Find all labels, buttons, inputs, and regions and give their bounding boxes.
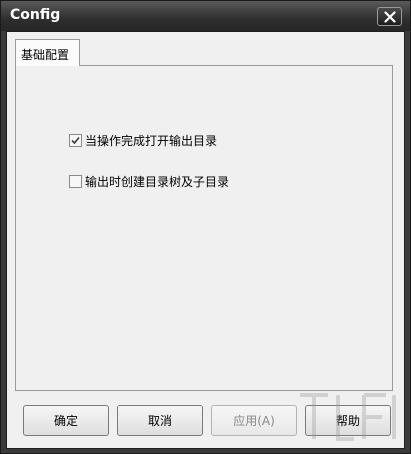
apply-button[interactable]: 应用(A) <box>211 405 297 436</box>
create-dir-tree-checkbox[interactable] <box>69 175 82 188</box>
tab-basic-config[interactable]: 基础配置 <box>15 39 80 66</box>
config-dialog: Config 基础配置 当操作完成打开输出目录 输出时创建目录树及子目录 确定 … <box>0 0 411 454</box>
cancel-button[interactable]: 取消 <box>117 405 203 436</box>
option-open-output-dir[interactable]: 当操作完成打开输出目录 <box>69 132 217 149</box>
ok-button[interactable]: 确定 <box>23 405 109 436</box>
open-output-dir-checkbox[interactable] <box>69 134 82 147</box>
title-bar[interactable]: Config <box>1 1 410 31</box>
close-icon <box>384 11 396 23</box>
dialog-client-area: 基础配置 当操作完成打开输出目录 输出时创建目录树及子目录 确定 取消 应用(A… <box>6 31 405 449</box>
create-dir-tree-label: 输出时创建目录树及子目录 <box>85 175 230 189</box>
close-button[interactable] <box>377 7 402 26</box>
window-title: Config <box>10 7 61 23</box>
check-icon <box>71 136 80 145</box>
tab-label: 基础配置 <box>21 48 70 62</box>
tab-panel: 当操作完成打开输出目录 输出时创建目录树及子目录 <box>15 65 393 391</box>
option-create-dir-tree[interactable]: 输出时创建目录树及子目录 <box>69 173 229 190</box>
help-button[interactable]: 帮助 <box>305 405 391 436</box>
open-output-dir-label: 当操作完成打开输出目录 <box>85 134 218 148</box>
